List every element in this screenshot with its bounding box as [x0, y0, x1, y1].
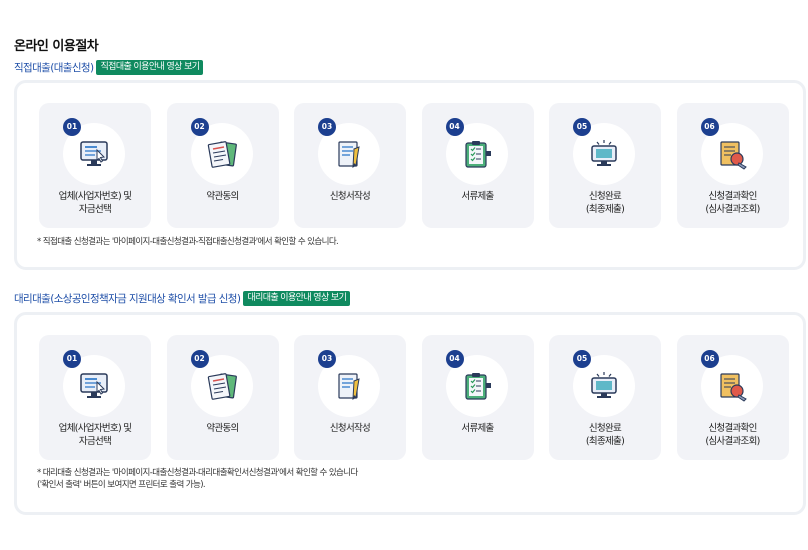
step-label: 신청서작성: [329, 423, 371, 434]
direct-video-button[interactable]: 직접대출 이용안내 영상 보기: [96, 59, 204, 75]
agency-step-2: 02 약관동의: [166, 335, 279, 460]
step-number: 03: [318, 118, 336, 136]
step-number: 01: [63, 350, 81, 368]
direct-step-list: 01 업체(사업자번호) 및자금선택 02 약관동의 03 신청서작성 04: [39, 103, 804, 228]
agency-loan-process-box: 01 업체(사업자번호) 및자금선택 02 약관동의 03 신청서작성 04: [14, 312, 806, 515]
direct-result-note: * 직접대출 신청결과는 '마이페이지-대출신청결과-직접대출신청결과'에서 확…: [37, 237, 339, 247]
step-number: 05: [573, 118, 591, 136]
direct-step-5: 05 신청완료 (최종제출): [549, 103, 661, 228]
agency-step-3: 03 신청서작성: [294, 335, 406, 460]
step-number: 05: [573, 350, 591, 368]
agency-result-note: * 대리대출 신청결과는 '마이페이지-대출신청결과-대리대출확인서신청결과'에…: [37, 468, 358, 490]
step-label: 약관동의: [206, 191, 239, 202]
step-label: 신청결과확인 (심사결과조회): [705, 423, 760, 447]
section-title-agency: 대리대출(소상공인정책자금 지원대상 확인서 발급 신청): [14, 292, 241, 305]
step-number: 06: [700, 350, 719, 368]
agency-step-list: 01 업체(사업자번호) 및자금선택 02 약관동의 03 신청서작성 04: [39, 335, 804, 460]
agency-step-4: 04 서류제출: [421, 335, 534, 460]
direct-loan-process-box: 01 업체(사업자번호) 및자금선택 02 약관동의 03 신청서작성 04: [14, 80, 806, 270]
section-header-direct: 직접대출(대출신청) 직접대출 이용안내 영상 보기: [14, 59, 204, 75]
step-label: 신청완료 (최종제출): [585, 423, 625, 447]
step-label: 서류제출: [461, 423, 494, 434]
step-label: 업체(사업자번호) 및 자금선택: [58, 191, 132, 215]
step-number: 04: [445, 118, 464, 136]
section-header-agency: 대리대출(소상공인정책자금 지원대상 확인서 발급 신청) 대리대출 이용안내 …: [14, 290, 351, 306]
step-label: 약관동의: [206, 423, 239, 434]
step-label: 신청완료 (최종제출): [585, 191, 625, 215]
step-number: 01: [63, 118, 81, 136]
step-number: 02: [190, 350, 209, 368]
direct-step-6: 06 신청결과확인 (심사결과조회): [676, 103, 789, 228]
direct-step-2: 02 약관동의: [166, 103, 279, 228]
step-number: 04: [445, 350, 464, 368]
agency-step-5: 05 신청완료 (최종제출): [549, 335, 661, 460]
direct-step-1: 01 업체(사업자번호) 및 자금선택: [39, 103, 151, 228]
direct-step-4: 04 서류제출: [421, 103, 534, 228]
step-number: 02: [190, 118, 209, 136]
step-label: 서류제출: [461, 191, 494, 202]
step-number: 06: [700, 118, 719, 136]
step-label: 신청결과확인 (심사결과조회): [705, 191, 760, 215]
direct-step-3: 03 신청서작성: [294, 103, 406, 228]
step-label: 업체(사업자번호) 및 자금선택: [58, 423, 132, 447]
step-label: 신청서작성: [329, 191, 371, 202]
page-title: 온라인 이용절차: [14, 39, 99, 54]
agency-step-6: 06 신청결과확인 (심사결과조회): [676, 335, 789, 460]
agency-video-button[interactable]: 대리대출 이용안내 영상 보기: [243, 290, 351, 306]
agency-step-1: 01 업체(사업자번호) 및 자금선택: [39, 335, 151, 460]
section-title-direct: 직접대출(대출신청): [14, 61, 94, 74]
step-number: 03: [318, 350, 336, 368]
